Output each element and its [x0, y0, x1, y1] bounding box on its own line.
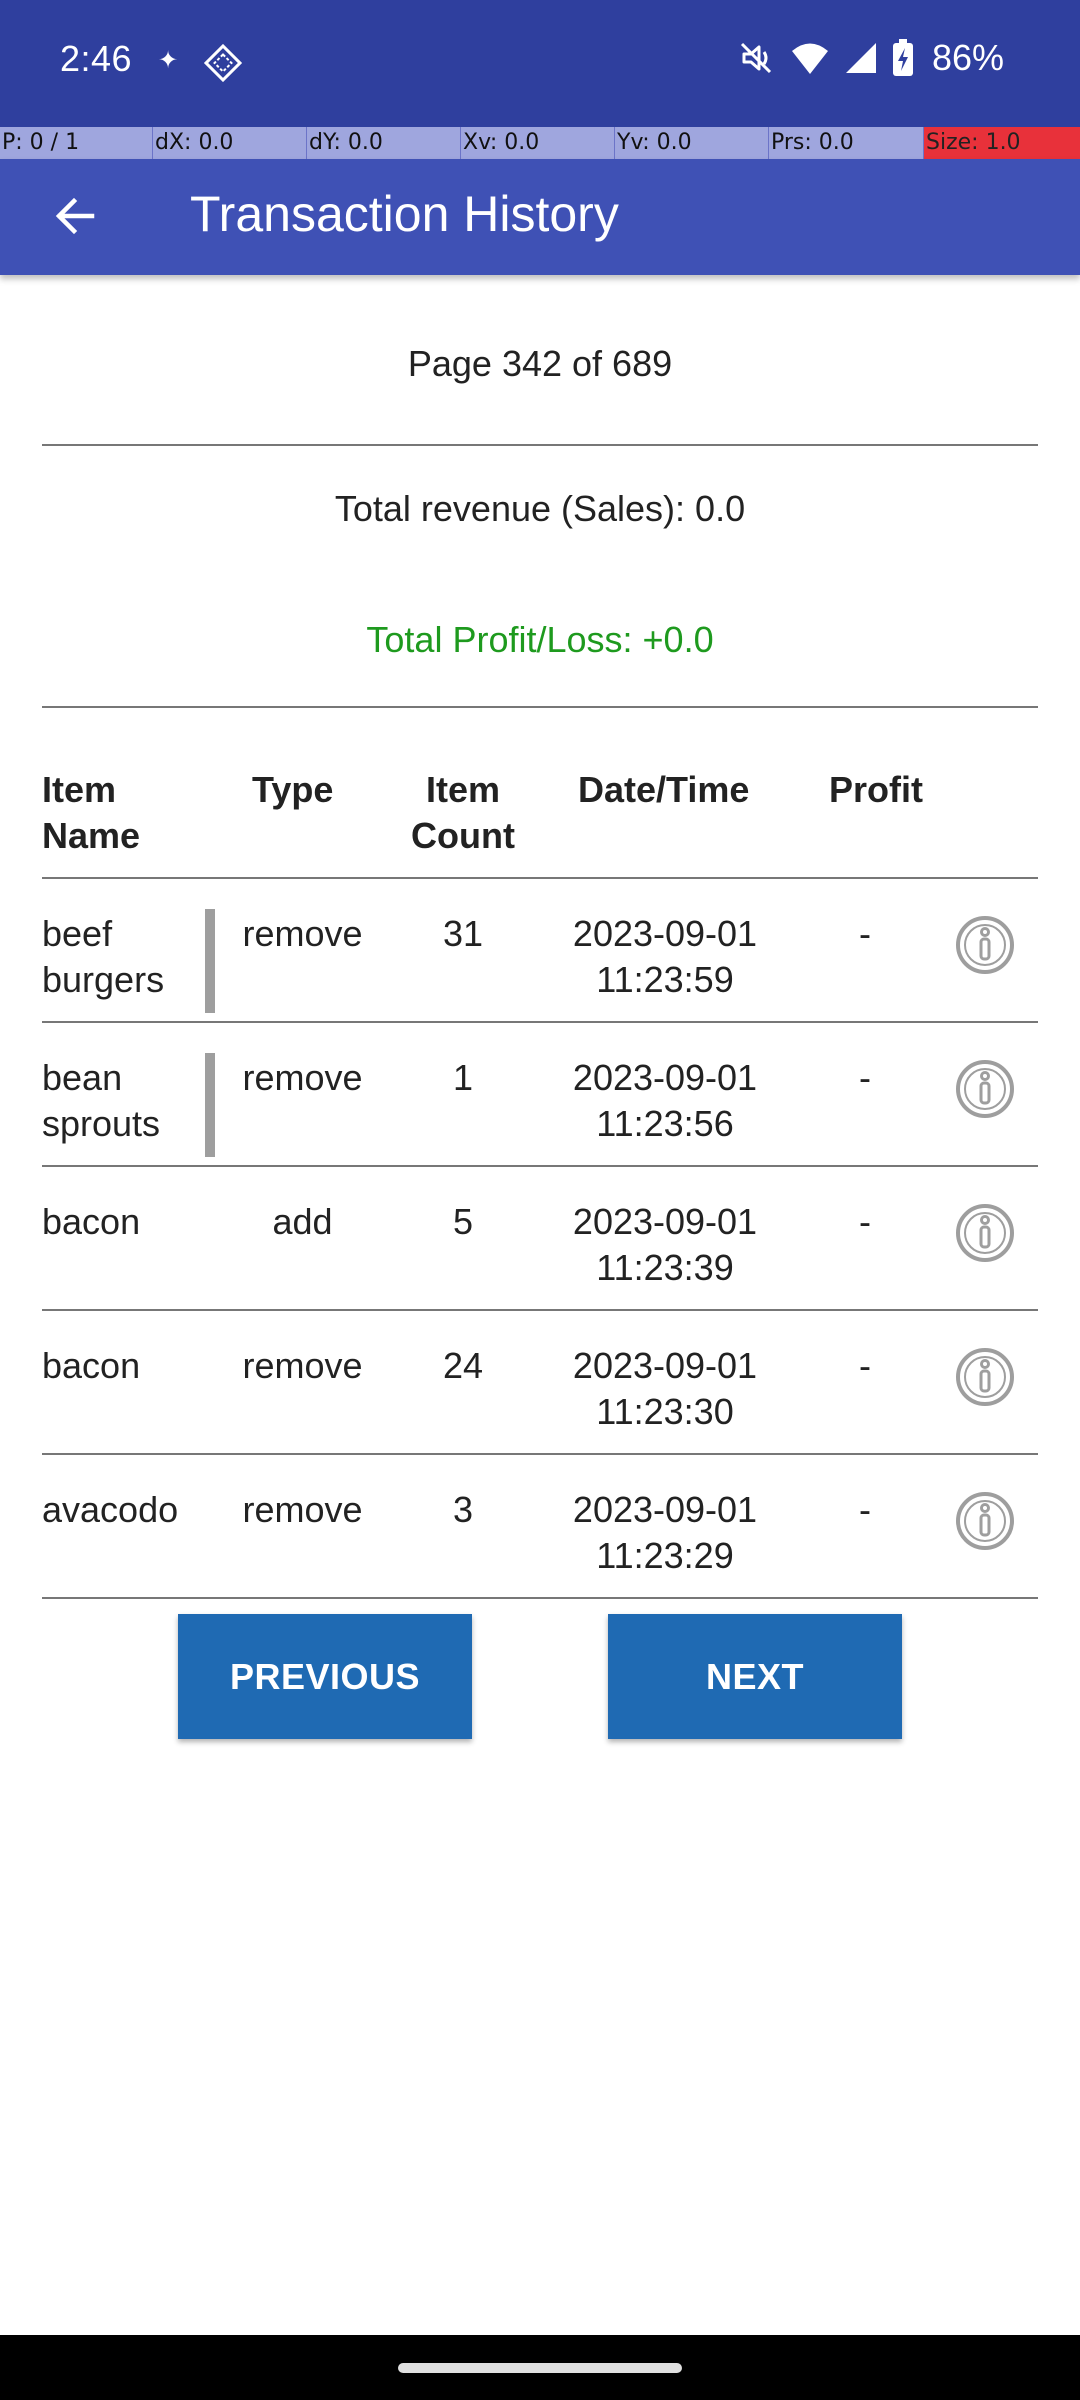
next-button[interactable]: NEXT: [608, 1614, 902, 1739]
table-row[interactable]: bacon add 5 2023-09-01 11:23:39 -: [0, 1167, 1080, 1311]
home-gesture-handle[interactable]: [398, 2363, 682, 2373]
transaction-date: 2023-09-01: [572, 1345, 758, 1386]
navigation-bar: [0, 2335, 1080, 2400]
transaction-date: 2023-09-01: [572, 1057, 758, 1098]
overlay-dx: dX: 0.0: [153, 127, 307, 159]
info-icon[interactable]: [955, 1491, 1015, 1551]
transaction-time: 11:23:30: [596, 1391, 734, 1432]
item-count: 24: [442, 1345, 484, 1386]
transaction-type: remove: [242, 1489, 363, 1530]
transaction-type: remove: [242, 913, 363, 954]
signal-icon: [845, 43, 876, 73]
overlay-pointer-count: P: 0 / 1: [0, 127, 153, 159]
overlay-pressure: Prs: 0.0: [769, 127, 924, 159]
transaction-type: add: [272, 1201, 333, 1242]
page-indicator: Page 342 of 689: [407, 343, 673, 384]
transaction-date: 2023-09-01: [572, 1201, 758, 1242]
status-time: 2:46: [60, 38, 133, 79]
divider: [42, 444, 1038, 446]
page-title: Transaction History: [190, 186, 619, 242]
transaction-time: 11:23:39: [596, 1247, 734, 1288]
header-profit: Profit: [829, 769, 923, 810]
transaction-time: 11:23:59: [596, 959, 734, 1000]
arrow-back-icon: [55, 197, 95, 235]
info-icon[interactable]: [955, 1059, 1015, 1119]
header-datetime: Date/Time: [578, 769, 750, 810]
header-item-name: Item Name: [42, 769, 141, 856]
table-row[interactable]: bacon remove 24 2023-09-01 11:23:30 -: [0, 1311, 1080, 1455]
item-name: sprouts: [42, 1103, 161, 1144]
info-icon[interactable]: [955, 1203, 1015, 1263]
transaction-type: remove: [242, 1345, 363, 1386]
profit-value: -: [859, 913, 871, 954]
mute-icon: [740, 42, 771, 74]
overlay-xv: Xv: 0.0: [461, 127, 615, 159]
profit-value: -: [859, 1489, 871, 1530]
transaction-date: 2023-09-01: [572, 1489, 758, 1530]
header-type: Type: [252, 769, 334, 810]
total-revenue: Total revenue (Sales): 0.0: [334, 488, 746, 529]
pointer-location-overlay: P: 0 / 1 dX: 0.0 dY: 0.0 Xv: 0.0 Yv: 0.0…: [0, 127, 1080, 159]
profit-value: -: [859, 1201, 871, 1242]
header-item-count: Item Count: [411, 769, 515, 856]
profit-value: -: [859, 1345, 871, 1386]
overlay-yv: Yv: 0.0: [615, 127, 769, 159]
item-count: 31: [442, 913, 484, 954]
wifi-icon: [791, 43, 828, 74]
previous-button[interactable]: PREVIOUS: [178, 1614, 472, 1739]
row-marker: [205, 1053, 215, 1157]
battery-percent: 86%: [931, 37, 1004, 78]
table-row[interactable]: bean sprouts remove 1 2023-09-01 11:23:56 -: [0, 1023, 1080, 1167]
item-count: 1: [452, 1057, 474, 1098]
app-diamond-icon: [204, 44, 242, 82]
transaction-time: 11:23:29: [596, 1535, 734, 1576]
row-marker: [205, 909, 215, 1013]
table-row[interactable]: beef burgers remove 31 2023-09-01 11:23:59 -: [0, 879, 1080, 1023]
item-name: avacodo: [42, 1489, 179, 1530]
divider: [42, 706, 1038, 708]
item-name: bacon: [42, 1345, 141, 1386]
divider: [42, 1597, 1038, 1599]
transaction-time: 11:23:56: [596, 1103, 734, 1144]
profit-value: -: [859, 1057, 871, 1098]
sparkle-icon: ✦: [158, 47, 179, 74]
total-profit-loss: Total Profit/Loss: +0.0: [366, 619, 714, 660]
transaction-date: 2023-09-01: [572, 913, 758, 954]
item-name: bacon: [42, 1201, 141, 1242]
status-bar: 2:46 ✦ 86%: [0, 0, 1080, 127]
battery-charging-icon: [892, 39, 913, 76]
info-icon[interactable]: [955, 915, 1015, 975]
item-count: 3: [452, 1489, 474, 1530]
item-count: 5: [452, 1201, 474, 1242]
back-button[interactable]: [40, 181, 110, 251]
item-name: beef: [42, 913, 113, 954]
item-name: bean: [42, 1057, 123, 1098]
overlay-dy: dY: 0.0: [307, 127, 461, 159]
item-name: burgers: [42, 959, 165, 1000]
status-icons: 86%: [736, 36, 1004, 80]
overlay-size: Size: 1.0: [924, 127, 1080, 159]
table-row[interactable]: avacodo remove 3 2023-09-01 11:23:29 -: [0, 1455, 1080, 1599]
app-toolbar: Transaction History: [0, 159, 1080, 275]
transaction-type: remove: [242, 1057, 363, 1098]
info-icon[interactable]: [955, 1347, 1015, 1407]
